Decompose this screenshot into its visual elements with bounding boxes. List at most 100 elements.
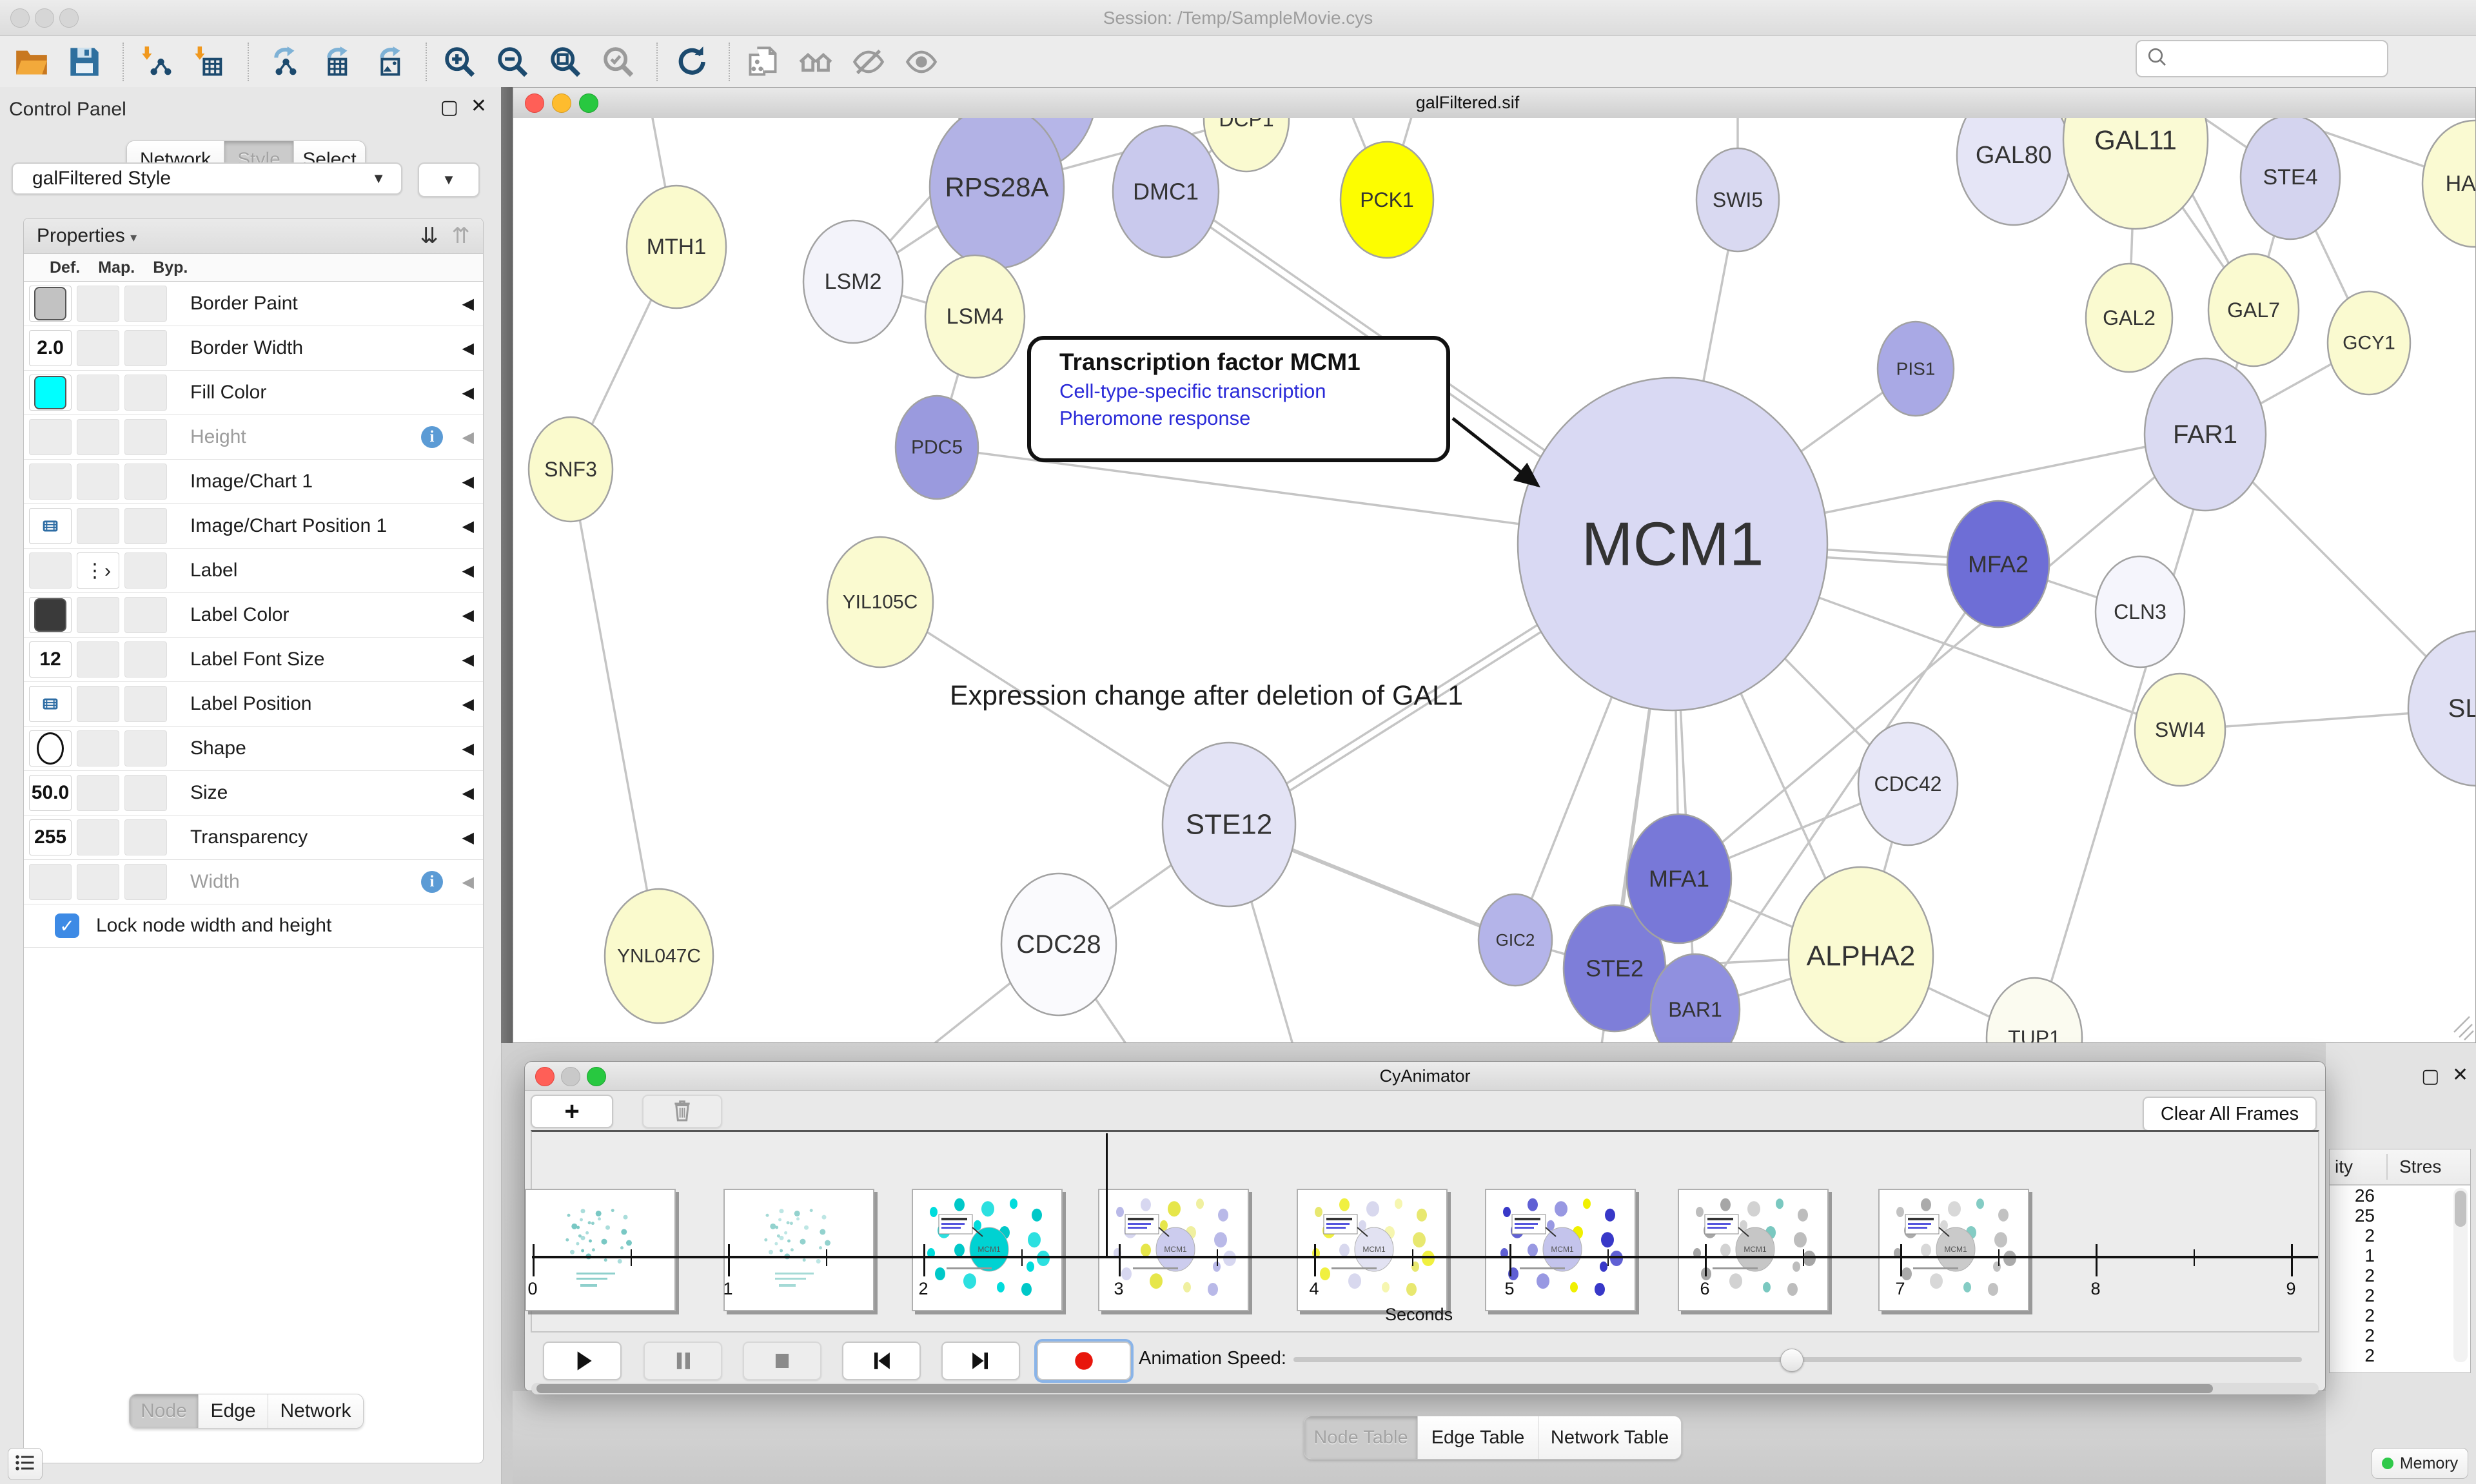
bypass-cell[interactable] [124,508,167,544]
animation-frame-1[interactable] [525,1189,676,1311]
bypass-cell[interactable] [124,686,167,722]
tab-node[interactable]: Node [130,1394,199,1428]
collapse-all-icon[interactable]: ⇈ [452,224,471,248]
property-row-label-color[interactable]: Label Color◀ [24,593,483,638]
bypass-cell[interactable] [124,641,167,678]
mapping-cell[interactable] [77,686,119,722]
panel-list-button[interactable] [8,1448,43,1480]
table-row[interactable]: 2 [2330,1265,2470,1285]
default-value-cell[interactable] [29,864,72,900]
export-table-icon[interactable] [317,44,352,79]
default-value-cell[interactable] [29,552,72,589]
zoom-fit-icon[interactable] [548,44,583,79]
expand-property-icon[interactable]: ◀ [462,873,474,892]
default-value-cell[interactable] [29,508,72,544]
column-divider[interactable] [2386,1154,2388,1180]
tab-network-table[interactable]: Network Table [1538,1416,1681,1459]
bypass-cell[interactable] [124,419,167,455]
bypass-cell[interactable] [124,286,167,322]
close-panel-icon[interactable]: ✕ [471,95,487,117]
default-value-cell[interactable] [29,686,72,722]
animation-frame-3[interactable]: MCM1 [912,1189,1063,1311]
table-row[interactable]: 1 [2330,1245,2470,1265]
stop-button[interactable] [743,1342,821,1380]
timeline-ruler[interactable] [532,1256,2318,1258]
add-frame-button[interactable]: + [531,1095,613,1128]
expand-property-icon[interactable]: ◀ [462,828,474,847]
expand-property-icon[interactable]: ◀ [462,695,474,714]
mapping-cell[interactable] [77,375,119,411]
import-table-icon[interactable] [192,44,227,79]
bypass-cell[interactable] [124,375,167,411]
mapping-cell[interactable] [77,508,119,544]
bypass-cell[interactable] [124,775,167,811]
expand-property-icon[interactable]: ◀ [462,295,474,313]
export-image-icon[interactable] [370,44,405,79]
bypass-cell[interactable] [124,464,167,500]
refresh-icon[interactable] [673,44,708,79]
table-row[interactable]: 2 [2330,1345,2470,1365]
property-row-border-width[interactable]: 2.0Border Width◀ [24,326,483,371]
property-row-shape[interactable]: Shape◀ [24,727,483,771]
annotation-link[interactable]: Pheromone response [1059,407,1446,430]
bypass-cell[interactable] [124,730,167,766]
expand-property-icon[interactable]: ◀ [462,339,474,358]
animation-frame-2[interactable] [723,1189,874,1311]
property-row-fill-color[interactable]: Fill Color◀ [24,371,483,415]
timeline-scrollbar[interactable] [531,1383,2319,1394]
default-value-cell[interactable]: 12 [29,641,72,678]
tab-edge-table[interactable]: Edge Table [1418,1416,1538,1459]
bypass-cell[interactable] [124,552,167,589]
minimize-window-button[interactable] [561,1067,580,1086]
default-value-cell[interactable] [29,597,72,633]
timeline-playhead[interactable] [1106,1133,1108,1256]
table-row[interactable]: 2 [2330,1285,2470,1305]
maximize-window-button[interactable] [579,93,598,113]
default-value-cell[interactable] [29,419,72,455]
table-scrollbar[interactable] [2453,1188,2468,1362]
default-value-cell[interactable] [29,286,72,322]
property-row-transparency[interactable]: 255Transparency◀ [24,815,483,860]
memory-button[interactable]: Memory [2372,1448,2468,1479]
lock-checkbox[interactable]: ✓ [55,913,79,938]
tab-node-table[interactable]: Node Table [1304,1416,1418,1459]
mapping-cell[interactable] [77,464,119,500]
default-value-cell[interactable]: 2.0 [29,330,72,366]
delete-frame-button[interactable] [642,1095,722,1128]
minimize-window-button[interactable] [552,93,571,113]
style-selector[interactable]: galFiltered Style ▼ [12,162,402,195]
zoom-out-icon[interactable] [495,44,530,79]
mapping-cell[interactable] [77,286,119,322]
close-window-button[interactable] [535,1067,555,1086]
expand-property-icon[interactable]: ◀ [462,517,474,536]
expand-property-icon[interactable]: ◀ [462,739,474,758]
play-button[interactable] [543,1342,622,1380]
table-row[interactable]: 2 [2330,1225,2470,1245]
table-row[interactable]: 2 [2330,1325,2470,1345]
expand-property-icon[interactable]: ◀ [462,650,474,669]
duplicate-network-icon[interactable] [745,44,780,79]
minimize-window-button[interactable] [35,8,54,28]
clear-all-frames-button[interactable]: Clear All Frames [2143,1097,2317,1131]
table-row[interactable]: 25 [2330,1206,2470,1225]
mapping-cell[interactable] [77,864,119,900]
default-value-cell[interactable]: 50.0 [29,775,72,811]
properties-header[interactable]: Properties ▾ ⇊ ⇈ [24,219,483,254]
float-panel-icon[interactable]: ▢ [440,96,458,119]
animation-speed-slider[interactable] [1293,1357,2302,1362]
property-row-image-chart-position-1[interactable]: Image/Chart Position 1◀ [24,504,483,549]
property-row-width[interactable]: Widthi◀ [24,860,483,904]
property-row-size[interactable]: 50.0Size◀ [24,771,483,815]
mapping-cell[interactable] [77,775,119,811]
annotation-box[interactable]: Transcription factor MCM1 Cell-type-spec… [1027,336,1450,462]
show-all-icon[interactable] [904,44,939,79]
table-row[interactable]: 2 [2330,1305,2470,1325]
float-panel-icon[interactable]: ▢ [2421,1065,2439,1088]
default-value-cell[interactable]: 255 [29,819,72,855]
column-header[interactable]: Stres [2399,1157,2441,1177]
style-options-button[interactable]: ▼ [418,162,480,197]
mapping-cell[interactable] [77,730,119,766]
close-window-button[interactable] [10,8,30,28]
import-network-icon[interactable] [139,44,174,79]
tab-edge[interactable]: Edge [199,1394,268,1428]
